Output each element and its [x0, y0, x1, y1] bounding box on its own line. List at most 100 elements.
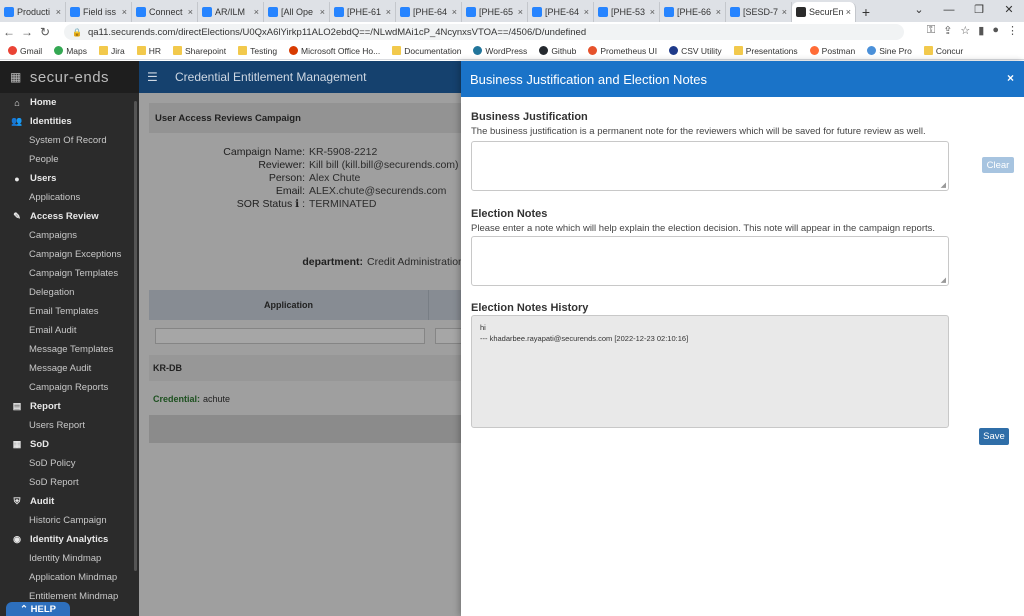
sidebar-item-sod[interactable]: ▦ SoD: [0, 435, 139, 454]
tab-close-icon[interactable]: ×: [650, 7, 655, 17]
browser-tab[interactable]: [PHE-65 ×: [462, 2, 528, 22]
bookmark-item[interactable]: Testing: [238, 46, 277, 56]
key-icon[interactable]: ⚿: [927, 24, 935, 37]
resize-handle-icon[interactable]: ◢: [941, 276, 946, 284]
forward-icon[interactable]: →: [18, 25, 36, 39]
tab-close-icon[interactable]: ×: [716, 7, 721, 17]
minimize-button[interactable]: —: [934, 0, 964, 22]
sidebar-item-report[interactable]: ▤ Report: [0, 397, 139, 416]
sidebar-item-people[interactable]: People: [0, 150, 139, 169]
close-window-button[interactable]: ✕: [994, 0, 1024, 22]
tab-close-icon[interactable]: ×: [782, 7, 787, 17]
election-notes-textarea[interactable]: ◢: [471, 236, 949, 286]
save-button[interactable]: Save: [979, 428, 1009, 445]
bookmark-item[interactable]: Maps: [54, 46, 87, 56]
new-tab-button[interactable]: +: [856, 2, 876, 22]
sidebar-item-campaign-templates[interactable]: Campaign Templates: [0, 264, 139, 283]
bookmark-item[interactable]: Prometheus UI: [588, 46, 657, 56]
sidebar-item-access-review[interactable]: ✎ Access Review: [0, 207, 139, 226]
browser-tab[interactable]: [All Ope ×: [264, 2, 330, 22]
sidebar-item-applications[interactable]: Applications: [0, 188, 139, 207]
browser-tab[interactable]: [PHE-64 ×: [396, 2, 462, 22]
resize-handle-icon[interactable]: ◢: [941, 181, 946, 189]
bookmark-item[interactable]: Sharepoint: [172, 46, 226, 56]
election-notes-history[interactable]: hi --- khadarbee.rayapati@securends.com …: [471, 315, 949, 428]
sidebar-item-campaigns[interactable]: Campaigns: [0, 226, 139, 245]
tab-close-icon[interactable]: ×: [584, 7, 589, 17]
clear-button[interactable]: Clear: [982, 157, 1014, 173]
sidepanel-icon[interactable]: ▮: [978, 24, 984, 37]
tab-search-icon[interactable]: ⌄: [904, 0, 934, 22]
bookmark-item[interactable]: Sine Pro: [867, 46, 912, 56]
browser-tab[interactable]: [PHE-53 ×: [594, 2, 660, 22]
analytics-icon: ◉: [13, 534, 21, 544]
tab-close-icon[interactable]: ×: [56, 7, 61, 17]
bookmark-item[interactable]: Documentation: [392, 46, 461, 56]
sidebar-item-identities[interactable]: 👥 Identities: [0, 112, 139, 131]
bookmark-item[interactable]: Github: [539, 46, 576, 56]
browser-tab[interactable]: [SESD-7 ×: [726, 2, 792, 22]
star-icon[interactable]: ☆: [960, 24, 970, 37]
sidebar-scrollbar[interactable]: [134, 101, 137, 571]
sidebar-item-email-templates[interactable]: Email Templates: [0, 302, 139, 321]
browser-tab[interactable]: [PHE-61 ×: [330, 2, 396, 22]
reload-icon[interactable]: ↻: [36, 25, 54, 39]
back-icon[interactable]: ←: [0, 25, 18, 39]
sidebar-item-delegation[interactable]: Delegation: [0, 283, 139, 302]
browser-tab[interactable]: [PHE-66 ×: [660, 2, 726, 22]
tab-close-icon[interactable]: ×: [518, 7, 523, 17]
share-icon[interactable]: ⇪: [943, 24, 952, 37]
bookmark-item[interactable]: Presentations: [733, 46, 798, 56]
bookmark-item[interactable]: Microsoft Office Ho...: [289, 46, 380, 56]
sidebar-item-system-of-record[interactable]: System Of Record: [0, 131, 139, 150]
tab-close-icon[interactable]: ×: [452, 7, 457, 17]
browser-tab[interactable]: Field iss ×: [66, 2, 132, 22]
sidebar-item-sod-report[interactable]: SoD Report: [0, 473, 139, 492]
business-justification-textarea[interactable]: ◢: [471, 141, 949, 191]
tab-close-icon[interactable]: ×: [188, 7, 193, 17]
browser-tab[interactable]: AR/ILM ×: [198, 2, 264, 22]
sidebar-item-application-mindmap[interactable]: Application Mindmap: [0, 568, 139, 587]
hamburger-menu-icon[interactable]: ☰: [147, 70, 167, 84]
sidebar-item-campaign-reports[interactable]: Campaign Reports: [0, 378, 139, 397]
tab-close-icon[interactable]: ×: [122, 7, 127, 17]
sidebar-item-historic-campaign[interactable]: Historic Campaign: [0, 511, 139, 530]
sidebar-item-email-audit[interactable]: Email Audit: [0, 321, 139, 340]
sidebar-item-home[interactable]: ⌂ Home: [0, 93, 139, 112]
logo[interactable]: ▦ secur-ends: [0, 61, 139, 93]
sidebar-item-users-report[interactable]: Users Report: [0, 416, 139, 435]
tab-close-icon[interactable]: ×: [846, 7, 851, 17]
bookmark-item[interactable]: Jira: [99, 46, 125, 56]
sidebar-item-message-audit[interactable]: Message Audit: [0, 359, 139, 378]
close-icon[interactable]: ×: [1007, 71, 1014, 85]
restore-button[interactable]: ❐: [964, 0, 994, 22]
tab-close-icon[interactable]: ×: [386, 7, 391, 17]
url-bar[interactable]: 🔒 qa11.securends.com/directElections/U0Q…: [64, 24, 904, 40]
bookmark-item[interactable]: Gmail: [8, 46, 42, 56]
sidebar-item-identity-analytics[interactable]: ◉ Identity Analytics: [0, 530, 139, 549]
sidebar-item-identity-mindmap[interactable]: Identity Mindmap: [0, 549, 139, 568]
bookmark-item[interactable]: WordPress: [473, 46, 527, 56]
browser-tab[interactable]: Connect ×: [132, 2, 198, 22]
tab-close-icon[interactable]: ×: [254, 7, 259, 17]
sidebar-item-campaign-exceptions[interactable]: Campaign Exceptions: [0, 245, 139, 264]
sidebar-item-users[interactable]: ● Users: [0, 169, 139, 188]
sidebar-item-label: Message Audit: [29, 363, 92, 374]
browser-tab[interactable]: SecurEn ×: [792, 2, 856, 22]
help-button[interactable]: ⌃ HELP: [6, 602, 70, 616]
browser-tab[interactable]: Producti ×: [0, 2, 66, 22]
bookmark-item[interactable]: HR: [136, 46, 161, 56]
modal-backdrop[interactable]: [139, 93, 461, 616]
bookmark-item[interactable]: CSV Utility: [669, 46, 722, 56]
sidebar-item-sod-policy[interactable]: SoD Policy: [0, 454, 139, 473]
menu-icon[interactable]: ⋮: [1007, 24, 1018, 37]
tab-close-icon[interactable]: ×: [320, 7, 325, 17]
sidebar-item-message-templates[interactable]: Message Templates: [0, 340, 139, 359]
browser-tab[interactable]: [PHE-64 ×: [528, 2, 594, 22]
bookmark-item[interactable]: Postman: [809, 46, 855, 56]
lock-icon[interactable]: 🔒: [72, 28, 82, 37]
bookmark-label: Sine Pro: [879, 45, 912, 56]
sidebar-item-audit[interactable]: ⛨ Audit: [0, 492, 139, 511]
bookmark-item[interactable]: Concur: [923, 46, 963, 56]
profile-icon[interactable]: ●: [992, 24, 999, 37]
